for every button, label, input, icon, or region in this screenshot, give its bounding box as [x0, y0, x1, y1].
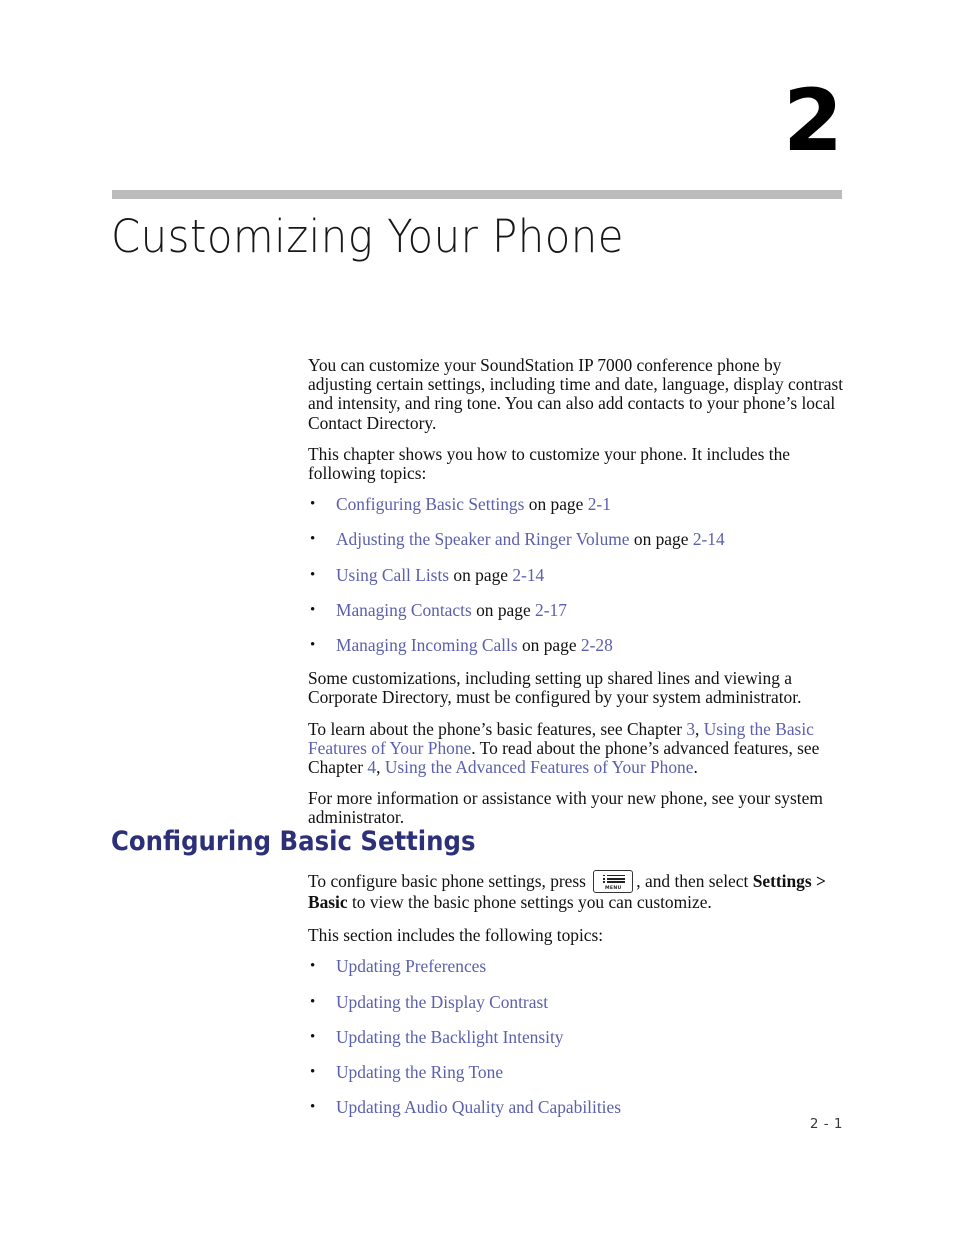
section-topic-link-updating-ring-tone[interactable]: Updating the Ring Tone — [336, 1062, 503, 1082]
chapter-3-link[interactable]: 3 — [686, 719, 695, 739]
section-topic-link-updating-display-contrast[interactable]: Updating the Display Contrast — [336, 992, 548, 1012]
topic-page-link-2-14-a[interactable]: 2-14 — [693, 529, 725, 549]
topic-page-link-2-28[interactable]: 2-28 — [581, 635, 613, 655]
bullet-icon: • — [310, 1099, 316, 1116]
topic-link-using-call-lists[interactable]: Using Call Lists — [336, 565, 449, 585]
section-heading-configuring-basic-settings: Configuring Basic Settings — [111, 826, 476, 857]
bullet-icon: • — [310, 1028, 316, 1045]
on-page-text: on page — [521, 635, 577, 656]
customizations-note: Some customizations, including setting u… — [308, 668, 802, 708]
chapter-number: 2 — [783, 71, 843, 171]
menu-list-icon — [603, 874, 626, 886]
section-body-column: To configure basic phone settings, press… — [308, 870, 844, 1127]
section-topic-link-updating-preferences[interactable]: Updating Preferences — [336, 956, 486, 976]
bullet-icon: • — [310, 637, 316, 654]
footer-page-number: 2 - 1 — [809, 1116, 843, 1132]
on-page-text: on page — [633, 529, 689, 550]
list-item: • Configuring Basic Settings on page 2-1 — [308, 495, 844, 514]
chapter-title: Customizing Your Phone — [111, 210, 625, 263]
on-page-text: on page — [453, 564, 508, 585]
list-item: • Adjusting the Speaker and Ringer Volum… — [308, 530, 844, 549]
topic-link-adjusting-speaker-ringer-volume[interactable]: Adjusting the Speaker and Ringer Volume — [336, 529, 630, 549]
instruction-suffix: to view the basic phone settings you can… — [347, 892, 712, 912]
menu-key-label: MENU — [605, 885, 622, 891]
instruction-prefix: To configure basic phone settings, press — [308, 871, 586, 891]
list-item: • Updating Audio Quality and Capabilitie… — [308, 1098, 844, 1117]
more-info-note: For more information or assistance with … — [308, 788, 823, 828]
on-page-text: on page — [476, 599, 531, 620]
cross-reference-paragraph: To learn about the phone’s basic feature… — [308, 718, 844, 778]
menu-key-icon[interactable]: MENU — [593, 870, 634, 893]
topic-page-link-2-1[interactable]: 2-1 — [588, 494, 611, 514]
list-item: • Managing Incoming Calls on page 2-28 — [308, 635, 844, 656]
section-topic-link-updating-audio-quality[interactable]: Updating Audio Quality and Capabilities — [336, 1097, 621, 1117]
bullet-icon: • — [310, 1064, 316, 1081]
menu-instruction-paragraph: To configure basic phone settings, press… — [308, 870, 844, 912]
bullet-icon: • — [310, 993, 316, 1010]
chapter-4-title-link[interactable]: Using the Advanced Features of Your Phon… — [385, 757, 694, 777]
topic-page-link-2-17[interactable]: 2-17 — [535, 600, 567, 620]
chapter-divider-rule — [112, 190, 842, 199]
cross-ref-comma-1: , — [695, 718, 704, 739]
list-item: • Using Call Lists on page 2-14 — [308, 564, 844, 585]
bullet-icon: • — [310, 496, 316, 513]
list-item: • Updating the Display Contrast — [308, 992, 844, 1012]
list-item: • Updating the Ring Tone — [308, 1062, 844, 1082]
bullet-icon: • — [310, 531, 316, 548]
document-page: 2 Customizing Your Phone You can customi… — [0, 0, 954, 1235]
topic-page-link-2-14-b[interactable]: 2-14 — [512, 565, 544, 585]
list-item: • Managing Contacts on page 2-17 — [308, 599, 844, 620]
bullet-icon: • — [310, 566, 316, 583]
section-topics-list: • Updating Preferences • Updating the Di… — [308, 957, 844, 1117]
cross-ref-lead: To learn about the phone’s basic feature… — [308, 718, 687, 739]
chapter-topics-list: • Configuring Basic Settings on page 2-1… — [308, 495, 844, 655]
cross-ref-comma-2: , — [376, 757, 385, 778]
list-item: • Updating the Backlight Intensity — [308, 1027, 844, 1047]
instruction-middle: , and then select — [636, 871, 749, 891]
intro-paragraph-1: You can customize your SoundStation IP 7… — [308, 355, 844, 433]
topic-link-configuring-basic-settings[interactable]: Configuring Basic Settings — [336, 494, 524, 514]
intro-paragraph-2: This chapter shows you how to customize … — [308, 443, 791, 484]
list-item: • Updating Preferences — [308, 957, 844, 976]
chapter-4-link[interactable]: 4 — [367, 757, 376, 777]
cross-ref-period: . — [693, 757, 698, 778]
intro-body-column: You can customize your SoundStation IP 7… — [308, 355, 844, 828]
on-page-text: on page — [528, 494, 584, 515]
bullet-icon: • — [310, 601, 316, 618]
topic-link-managing-incoming-calls[interactable]: Managing Incoming Calls — [336, 635, 518, 655]
section-topic-link-updating-backlight-intensity[interactable]: Updating the Backlight Intensity — [336, 1027, 564, 1047]
bullet-icon: • — [310, 958, 316, 975]
section-topics-intro: This section includes the following topi… — [308, 925, 604, 946]
topic-link-managing-contacts[interactable]: Managing Contacts — [336, 600, 472, 620]
